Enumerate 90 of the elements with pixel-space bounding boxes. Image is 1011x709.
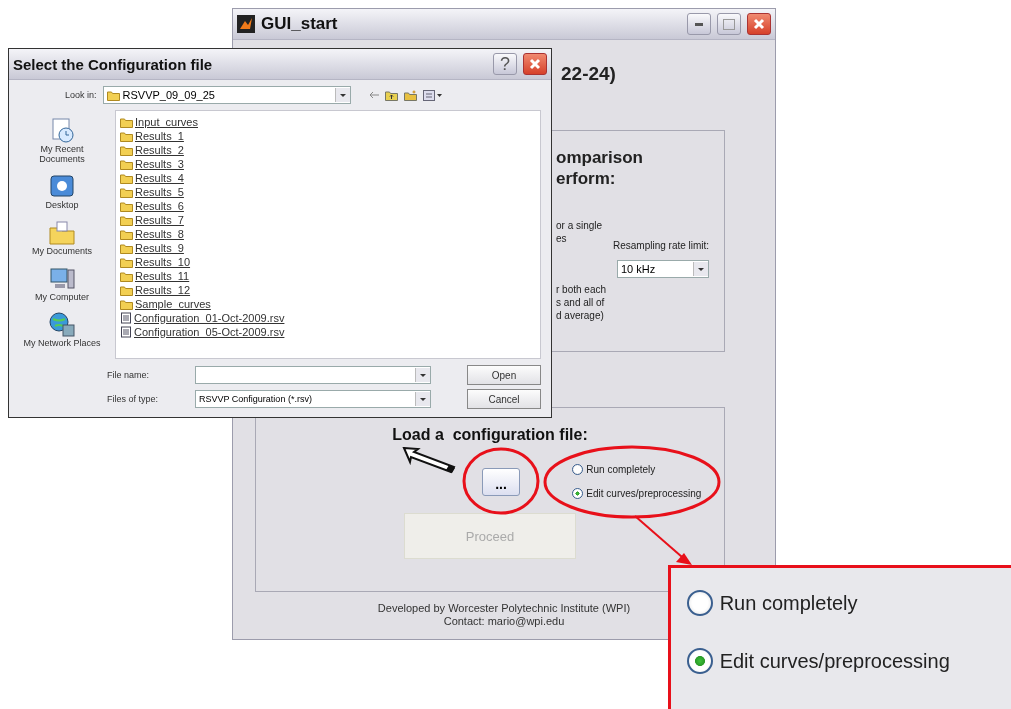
file-list-item[interactable]: Results_9	[135, 241, 184, 255]
dropdown-caret-icon[interactable]	[415, 392, 430, 406]
file-list-item[interactable]: Results_10	[135, 255, 191, 269]
file-list-item[interactable]: Results_2	[135, 143, 184, 157]
document-icon	[120, 326, 132, 338]
field-label: Files of type:	[107, 394, 160, 404]
rate-select[interactable]: 10 kHz	[617, 260, 709, 278]
radio-label: Edit curves/preprocessing	[719, 649, 950, 673]
back-arrow-icon[interactable]	[368, 91, 379, 99]
footer-text: Developed by Worcester Polytechnic Institute (WPI)	[377, 602, 631, 615]
folder-icon	[120, 116, 133, 128]
option-text: d average)	[556, 310, 604, 321]
close-button[interactable]	[523, 53, 547, 75]
pointer-arrow	[402, 446, 456, 474]
folder-icon	[120, 298, 133, 310]
option-text: r both each	[556, 284, 607, 295]
close-icon	[753, 18, 765, 30]
footer-text: Contact: mario@wpi.edu	[443, 615, 565, 628]
heading-text: 22-24)	[561, 64, 616, 85]
folder-icon	[120, 144, 133, 156]
dropdown-caret-icon[interactable]	[334, 88, 350, 102]
radio-label: Run completely	[586, 464, 656, 475]
file-list-item[interactable]: Results_6	[135, 199, 184, 213]
folder-icon	[120, 284, 133, 296]
folder-icon	[120, 172, 133, 184]
view-menu-icon[interactable]	[422, 89, 443, 101]
folder-icon	[120, 228, 133, 240]
file-type-select[interactable]: RSVVP Configuration (*.rsv)	[195, 390, 431, 408]
folder-icon	[120, 130, 133, 142]
file-list-item[interactable]: Results_11	[135, 269, 190, 283]
app-logo-icon	[237, 15, 255, 33]
radio-button[interactable]	[572, 488, 583, 499]
file-list-item[interactable]: Results_7	[135, 213, 184, 227]
minimize-icon	[695, 22, 703, 26]
section-heading: omparison	[556, 149, 643, 168]
section-heading: Load a configuration file:	[392, 426, 588, 444]
places-item[interactable]: My Network Places	[22, 310, 102, 348]
close-button[interactable]	[747, 13, 771, 35]
globe-computer-icon	[47, 310, 77, 338]
browse-button[interactable]: ...	[482, 467, 520, 496]
places-item[interactable]: My Documents	[22, 218, 102, 256]
radio-label: Run completely	[719, 591, 858, 615]
folder-icon	[120, 256, 133, 268]
dropdown-caret-icon[interactable]	[415, 368, 430, 382]
dialog-title: Select the Configuration file	[13, 55, 214, 73]
open-button[interactable]: Open	[467, 365, 541, 385]
file-list-item[interactable]: Results_3	[135, 157, 184, 171]
file-list-item[interactable]: Sample_curves	[135, 297, 211, 311]
cancel-button[interactable]: Cancel	[467, 389, 541, 409]
document-icon	[120, 312, 132, 324]
radio-label: Edit curves/preprocessing	[586, 488, 702, 499]
file-list-item[interactable]: Results_1	[135, 129, 184, 143]
file-name-field[interactable]	[195, 366, 431, 384]
file-list-item[interactable]: Configuration_05-Oct-2009.rsv	[134, 325, 285, 339]
option-text: s and all of	[556, 297, 605, 308]
new-folder-icon[interactable]	[403, 89, 417, 101]
file-list-item[interactable]: Input_curves	[135, 115, 198, 129]
folder-icon	[120, 200, 133, 212]
look-in-select[interactable]: RSVVP_09_09_25	[102, 86, 351, 104]
folder-icon	[120, 158, 133, 170]
folder-icon	[120, 214, 133, 226]
field-label: Look in:	[65, 90, 97, 100]
maximize-icon	[723, 18, 735, 30]
maximize-button[interactable]	[717, 13, 741, 35]
file-list-item[interactable]: Results_5	[135, 185, 184, 199]
folder-icon	[120, 186, 133, 198]
folder-icon	[47, 218, 77, 246]
minimize-button[interactable]	[687, 13, 711, 35]
close-icon	[529, 58, 541, 70]
folder-up-icon[interactable]	[384, 89, 398, 101]
option-text: or a single	[556, 220, 603, 231]
places-item[interactable]: My Recent Documents	[22, 116, 102, 164]
radio-button[interactable]	[572, 464, 583, 475]
file-list-item[interactable]: Results_12	[135, 283, 191, 297]
folder-icon	[120, 242, 133, 254]
window-title: GUI_start	[261, 14, 339, 34]
file-list-item[interactable]: Results_8	[135, 227, 184, 241]
field-label: File name:	[107, 370, 151, 380]
folder-icon	[106, 89, 120, 101]
folder-icon	[120, 270, 133, 282]
help-button[interactable]: ?	[493, 53, 517, 75]
file-list-item[interactable]: Configuration_01-Oct-2009.rsv	[134, 311, 285, 325]
desktop-icon	[47, 172, 77, 200]
dropdown-caret-icon[interactable]	[693, 262, 708, 276]
option-text: es	[556, 233, 567, 244]
file-list-item[interactable]: Results_4	[135, 171, 184, 185]
field-label: Resampling rate limit:	[613, 240, 710, 251]
section-heading: erform:	[556, 170, 616, 189]
places-item[interactable]: Desktop	[22, 172, 102, 210]
places-item[interactable]: My Computer	[22, 264, 102, 302]
